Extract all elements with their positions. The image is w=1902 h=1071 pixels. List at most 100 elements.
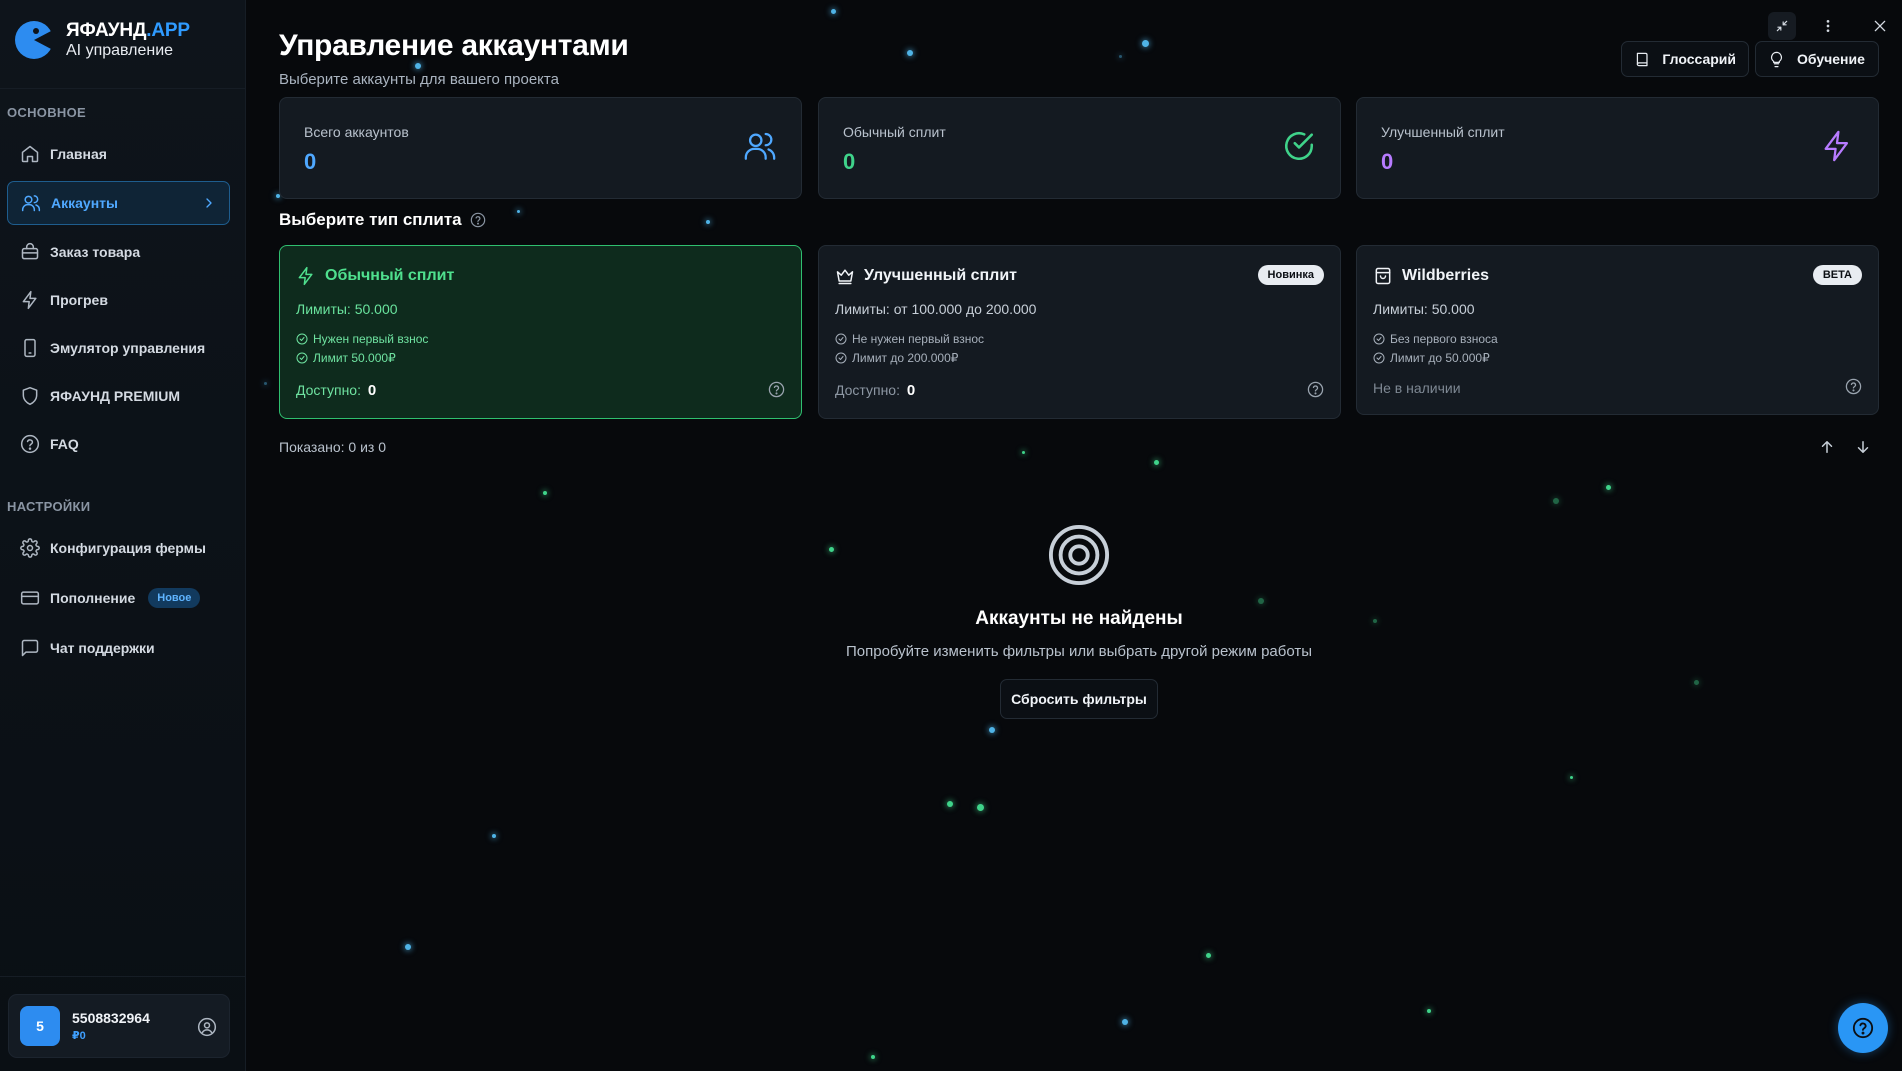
sidebar-item-label: Пополнение [50,590,136,606]
new-badge: Новое [148,588,201,608]
available-value: 0 [906,382,916,399]
stat-value: 0 [1381,149,1394,174]
check-circle-icon [835,352,847,364]
sidebar-item-label: Эмулятор управления [50,340,206,356]
brand[interactable]: ЯФАУНД.APP AI управление [14,20,190,60]
help-icon[interactable] [470,212,486,228]
user-card[interactable]: 5 5508832964 ₽0 [8,994,230,1058]
arrow-up-icon[interactable] [1818,438,1836,456]
empty-state-title: Аккаунты не найдены [975,608,1183,629]
help-icon[interactable] [1845,378,1862,395]
stat-card-total: Всего аккаунтов 0 [279,97,802,199]
gear-icon [20,538,40,558]
stat-value: 0 [843,149,856,174]
sidebar-item-label: Конфигурация фермы [50,540,206,556]
feature-item: Лимит до 200.000₽ [835,351,958,365]
feature-text: Лимит до 200.000₽ [852,351,959,365]
user-id: 5508832964 [72,1010,150,1026]
results-count: Показано: 0 из 0 [279,439,387,455]
divider [0,88,245,89]
stat-card-regular: Обычный сплит 0 [818,97,1341,199]
split-title-text: Выберите тип сплита [279,210,462,229]
section-title-settings: НАСТРОЙКИ [7,499,91,514]
sidebar-item-warmup[interactable]: Прогрев [7,278,230,322]
user-balance: ₽0 [72,1030,86,1042]
bolt-icon [1824,130,1849,162]
shopping-bag-icon [1375,267,1391,285]
sidebar-item-home[interactable]: Главная [7,132,230,176]
feature-text: Не нужен первый взнос [852,332,985,346]
sidebar-item-order[interactable]: Заказ товара [7,230,230,274]
split-card-title-text: Wildberries [1402,267,1489,284]
user-settings-icon[interactable] [197,1017,217,1037]
help-icon[interactable] [1307,381,1324,398]
stat-label: Обычный сплит [843,124,946,140]
split-card-limits: Лимиты: от 100.000 до 200.000 [835,301,1037,317]
glossary-label: Глоссарий [1662,51,1736,67]
more-vertical-icon [1826,20,1830,32]
sidebar-item-accounts[interactable]: Аккаунты [7,181,230,225]
feature-item: Лимит 50.000₽ [296,351,396,365]
lightbulb-icon [1770,51,1783,67]
close-button[interactable] [1866,12,1894,40]
logo-icon [15,21,54,59]
minimize-button[interactable] [1768,12,1796,40]
split-card-title-text: Улучшенный сплит [864,267,1017,284]
split-card-title: Обычный сплит [296,266,454,286]
sidebar-item-label: ЯФАУНД PREMIUM [50,388,181,404]
learn-button[interactable]: Обучение [1755,41,1879,77]
more-menu-button[interactable] [1814,12,1842,40]
split-card-limits: Лимиты: 50.000 [1373,301,1475,317]
split-card-available: Доступно: 0 [835,382,915,399]
sidebar-item-label: Прогрев [50,292,108,308]
split-card-regular[interactable]: Обычный сплит Лимиты: 50.000 Нужен первы… [279,245,802,419]
chevron-right-icon [206,198,212,208]
split-card-wildberries[interactable]: Wildberries BETA Лимиты: 50.000 Без перв… [1356,245,1879,415]
shield-icon [22,386,38,406]
available-value: 0 [367,382,377,399]
divider [0,976,245,977]
sidebar-item-farm-config[interactable]: Конфигурация фермы [7,526,230,570]
feature-item: Лимит до 50.000₽ [1373,351,1490,365]
stat-card-enhanced: Улучшенный сплит 0 [1356,97,1879,199]
sidebar-item-label: Аккаунты [51,195,118,211]
section-title-main: ОСНОВНОЕ [7,105,86,120]
stat-label: Улучшенный сплит [1381,124,1505,140]
help-icon[interactable] [768,381,785,398]
check-circle-icon [296,352,308,364]
feature-text: Без первого взноса [1390,332,1498,346]
new-badge: Новинка [1257,265,1324,285]
split-section-title: Выберите тип сплита [279,210,486,230]
stat-value: 0 [304,149,317,174]
split-card-available: Доступно: 0 [296,382,376,399]
reset-filters-button[interactable]: Сбросить фильтры [1000,679,1158,719]
check-circle-icon [835,333,847,345]
split-card-enhanced[interactable]: Улучшенный сплит Новинка Лимиты: от 100.… [818,245,1341,419]
brand-name: ЯФАУНД.APP [66,20,190,41]
check-circle-icon [1373,352,1385,364]
sidebar-item-premium[interactable]: ЯФАУНД PREMIUM [7,374,230,418]
feature-item: Не нужен первый взнос [835,332,984,346]
sidebar-item-emulator[interactable]: Эмулятор управления [7,326,230,370]
help-fab-button[interactable] [1838,1003,1888,1053]
check-circle-icon [296,333,308,345]
shrink-icon [1776,20,1788,32]
bag-icon [21,243,39,260]
split-card-title: Wildberries [1373,266,1489,286]
help-icon [1852,1017,1874,1039]
beta-badge: BETA [1812,265,1862,285]
page-subtitle: Выберите аккаунты для вашего проекта [279,71,559,88]
split-card-title: Улучшенный сплит [835,266,1017,286]
arrow-down-icon[interactable] [1854,438,1872,456]
feature-text: Лимит 50.000₽ [313,351,396,365]
split-card-status: Не в наличии [1373,380,1461,396]
split-card-limits: Лимиты: 50.000 [296,301,398,317]
sidebar-item-faq[interactable]: FAQ [7,422,230,466]
avatar: 5 [20,1006,60,1046]
glossary-button[interactable]: Глоссарий [1621,41,1749,77]
target-icon [1048,524,1110,586]
home-icon [21,145,39,163]
bolt-icon [298,266,313,286]
available-label: Доступно: [296,382,361,398]
crown-icon [836,269,854,285]
